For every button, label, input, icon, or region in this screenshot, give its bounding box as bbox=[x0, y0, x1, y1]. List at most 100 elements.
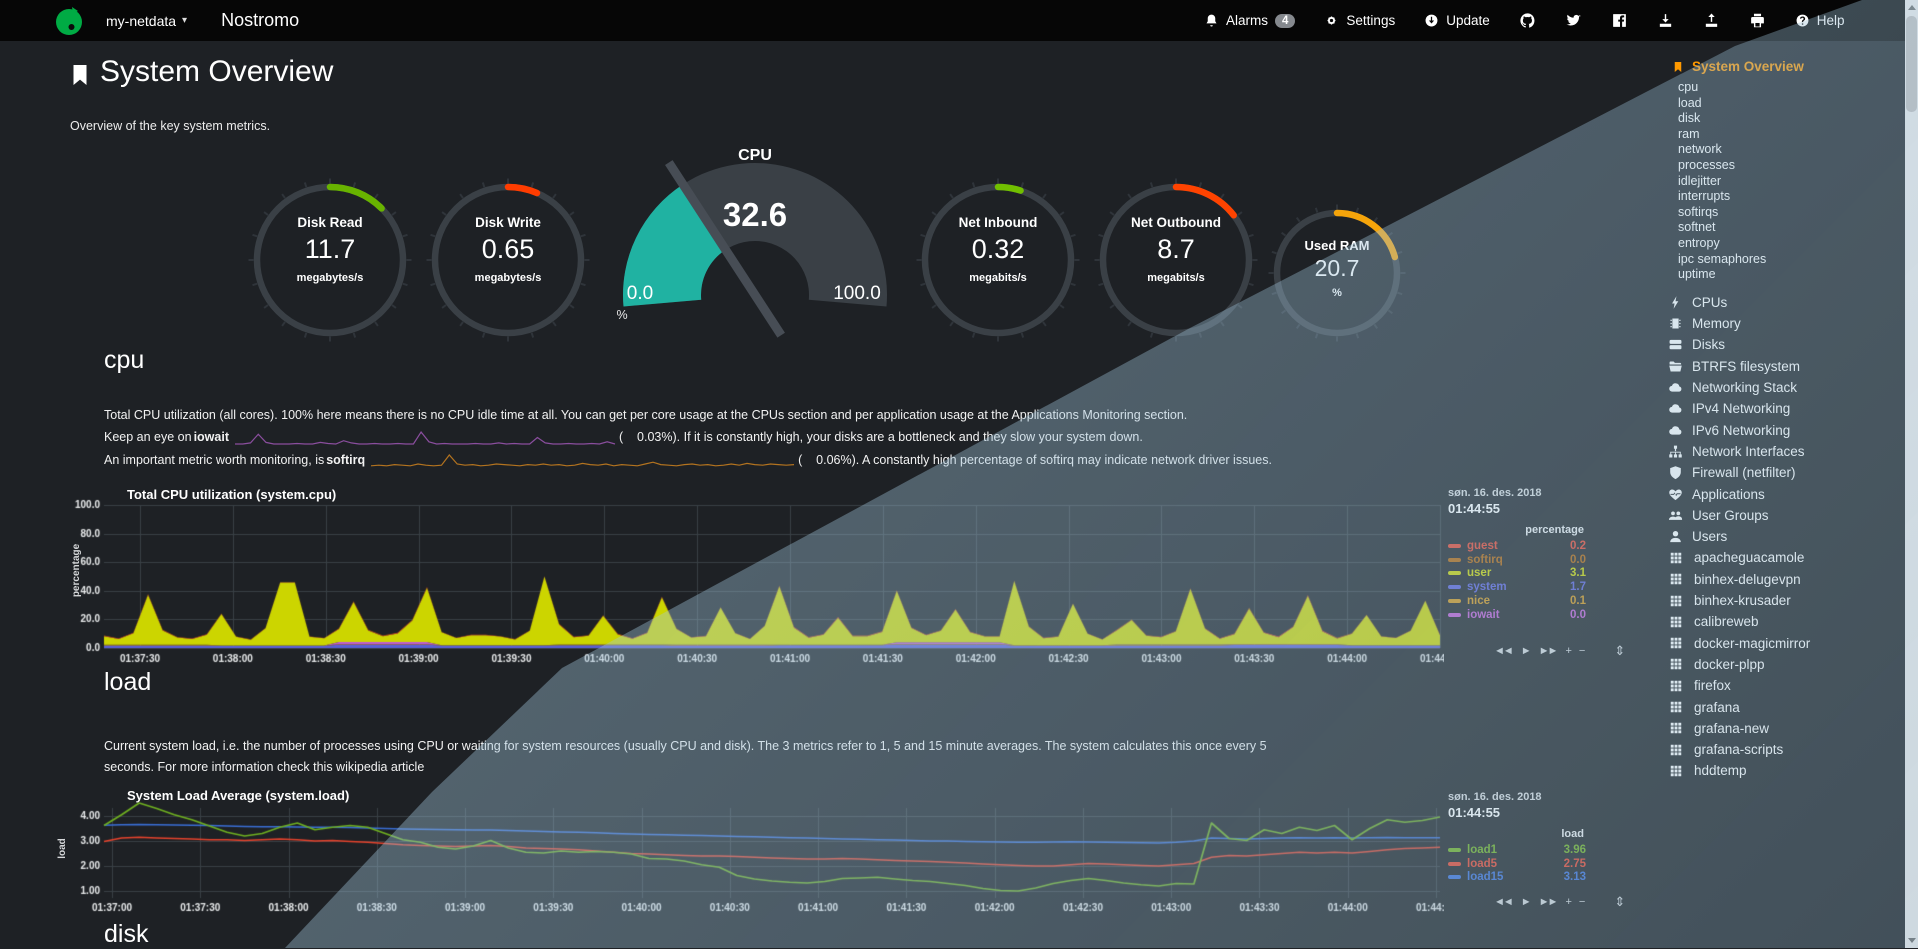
sidebar-item-softirqs[interactable]: softirqs bbox=[1662, 205, 1902, 221]
hostname-label: my-netdata bbox=[106, 13, 176, 29]
sidebar-section-label: IPv4 Networking bbox=[1692, 401, 1790, 416]
sidebar-section-label: Memory bbox=[1692, 316, 1741, 331]
sidebar-app-grafana[interactable]: grafana bbox=[1662, 696, 1902, 717]
sidebar-item-network[interactable]: network bbox=[1662, 142, 1902, 158]
sidebar-app-hddtemp[interactable]: hddtemp bbox=[1662, 760, 1902, 781]
sidebar-item-load[interactable]: load bbox=[1662, 96, 1902, 112]
play-button[interactable]: ► bbox=[1521, 896, 1530, 908]
legend-item-load15[interactable]: load153.13 bbox=[1448, 871, 1586, 885]
sidebar-section-ipv4-networking[interactable]: IPv4 Networking bbox=[1662, 398, 1902, 419]
sidebar-section-label: Applications bbox=[1692, 487, 1765, 502]
cpu-chart[interactable] bbox=[60, 484, 1444, 680]
cpu-gauge-value: 32.6 bbox=[605, 196, 905, 234]
sidebar-app-firefox[interactable]: firefox bbox=[1662, 675, 1902, 696]
zoom-in-button[interactable]: + bbox=[1565, 645, 1569, 657]
sidebar-section-btrfs-filesystem[interactable]: BTRFS filesystem bbox=[1662, 356, 1902, 377]
sidebar-section-label: Users bbox=[1692, 529, 1727, 544]
legend-swatch bbox=[1448, 599, 1461, 603]
cpu-gauge[interactable] bbox=[585, 150, 925, 360]
pan-backward-button[interactable]: ◄◄ bbox=[1494, 645, 1512, 657]
sidebar-app-grafana-new[interactable]: grafana-new bbox=[1662, 718, 1902, 739]
gauge-net-inbound[interactable]: Net Inbound0.32megabits/s bbox=[915, 177, 1081, 343]
sidebar-item-entropy[interactable]: entropy bbox=[1662, 236, 1902, 252]
sidebar-section-cpus[interactable]: CPUs bbox=[1662, 292, 1902, 313]
sidebar-item-softnet[interactable]: softnet bbox=[1662, 220, 1902, 236]
sidebar-item-uptime[interactable]: uptime bbox=[1662, 267, 1902, 283]
settings-button[interactable]: Settings bbox=[1324, 13, 1395, 28]
iowait-sparkline-chart[interactable] bbox=[234, 429, 616, 446]
scrollbar[interactable] bbox=[1905, 0, 1918, 948]
gauge-disk-write[interactable]: Disk Write0.65megabytes/s bbox=[425, 177, 591, 343]
gauge-unit: megabits/s bbox=[915, 272, 1081, 284]
softirq-text: An important metric worth monitoring, is bbox=[104, 450, 324, 471]
sidebar-sections: CPUs Memory DisksBTRFS filesystemNetworkin… bbox=[1662, 292, 1902, 548]
legend-swatch bbox=[1448, 571, 1461, 575]
sidebar-app-grafana-scripts[interactable]: grafana-scripts bbox=[1662, 739, 1902, 760]
hostname-dropdown[interactable]: my-netdata ▾ bbox=[106, 13, 187, 29]
sidebar-item-cpu[interactable]: cpu bbox=[1662, 80, 1902, 96]
zoom-out-button[interactable]: − bbox=[1579, 896, 1583, 908]
gauge-disk-read[interactable]: Disk Read11.7megabytes/s bbox=[247, 177, 413, 343]
sidebar-app-binhex-delugevpn[interactable]: binhex-delugevpn bbox=[1662, 569, 1902, 590]
pan-forward-button[interactable]: ►► bbox=[1539, 645, 1557, 657]
sidebar-app-apacheguacamole[interactable]: apacheguacamole bbox=[1662, 547, 1902, 568]
alarms-button[interactable]: Alarms 4 bbox=[1204, 13, 1295, 28]
zoom-in-button[interactable]: + bbox=[1565, 896, 1569, 908]
zoom-out-button[interactable]: − bbox=[1579, 645, 1583, 657]
sidebar-section-networking-stack[interactable]: Networking Stack bbox=[1662, 377, 1902, 398]
user-groups-icon bbox=[1668, 508, 1683, 523]
section-heading-cpu: cpu bbox=[104, 346, 144, 375]
sidebar-item-processes[interactable]: processes bbox=[1662, 158, 1902, 174]
sidebar-item-idlejitter[interactable]: idlejitter bbox=[1662, 174, 1902, 190]
gauge-used-ram[interactable]: Used RAM20.7% bbox=[1267, 203, 1407, 343]
legend-item-iowait[interactable]: iowait0.0 bbox=[1448, 608, 1586, 622]
sidebar-section-applications[interactable]: Applications bbox=[1662, 483, 1902, 504]
play-button[interactable]: ► bbox=[1521, 645, 1530, 657]
facebook-button[interactable] bbox=[1611, 12, 1628, 29]
legend-item-load5[interactable]: load52.75 bbox=[1448, 857, 1586, 871]
sidebar-section-users[interactable]: Users bbox=[1662, 526, 1902, 547]
sidebar-section-ipv6-networking[interactable]: IPv6 Networking bbox=[1662, 420, 1902, 441]
gauge-net-outbound[interactable]: Net Outbound8.7megabits/s bbox=[1093, 177, 1259, 343]
sidebar-section-user-groups[interactable]: User Groups bbox=[1662, 505, 1902, 526]
pan-backward-button[interactable]: ◄◄ bbox=[1494, 896, 1512, 908]
scrollbar-thumb[interactable] bbox=[1906, 16, 1917, 112]
load-chart[interactable] bbox=[60, 780, 1444, 930]
legend-item-softirq[interactable]: softirq0.0 bbox=[1448, 553, 1586, 567]
github-button[interactable] bbox=[1519, 12, 1536, 29]
legend-item-nice[interactable]: nice0.1 bbox=[1448, 594, 1586, 608]
sidebar-section-network-interfaces[interactable]: Network Interfaces bbox=[1662, 441, 1902, 462]
sidebar-app-docker-magicmirror[interactable]: docker-magicmirror bbox=[1662, 632, 1902, 653]
export-snapshot-button[interactable] bbox=[1703, 12, 1720, 29]
sidebar-section-firewall-netfilter-[interactable]: Firewall (netfilter) bbox=[1662, 462, 1902, 483]
legend-item-system[interactable]: system1.7 bbox=[1448, 580, 1586, 594]
twitter-button[interactable] bbox=[1565, 12, 1582, 29]
softirq-sparkline-chart[interactable] bbox=[370, 452, 795, 469]
sidebar-section-disks[interactable]: Disks bbox=[1662, 334, 1902, 355]
sidebar-item-ram[interactable]: ram bbox=[1662, 127, 1902, 143]
sidebar-item-system-overview[interactable]: System Overview bbox=[1662, 45, 1902, 80]
legend-item-load1[interactable]: load13.96 bbox=[1448, 843, 1586, 857]
grid-icon bbox=[1669, 551, 1683, 565]
sidebar-item-ipc-semaphores[interactable]: ipc semaphores bbox=[1662, 252, 1902, 268]
legend-value: 3.13 bbox=[1564, 871, 1586, 883]
netdata-logo-icon[interactable] bbox=[54, 6, 84, 36]
print-button[interactable] bbox=[1749, 12, 1766, 29]
legend-item-user[interactable]: user3.1 bbox=[1448, 567, 1586, 581]
scroll-up-icon[interactable] bbox=[1908, 5, 1916, 10]
pan-forward-button[interactable]: ►► bbox=[1539, 896, 1557, 908]
sidebar-section-memory[interactable]: Memory bbox=[1662, 313, 1902, 334]
import-snapshot-button[interactable] bbox=[1657, 12, 1674, 29]
sidebar-item-interrupts[interactable]: interrupts bbox=[1662, 189, 1902, 205]
sidebar-app-docker-plpp[interactable]: docker-plpp bbox=[1662, 654, 1902, 675]
chart-resize-handle[interactable]: ⇕ bbox=[1614, 894, 1625, 910]
help-button[interactable]: Help bbox=[1795, 13, 1845, 28]
chart-resize-handle[interactable]: ⇕ bbox=[1614, 643, 1625, 659]
scroll-down-icon[interactable] bbox=[1908, 938, 1916, 943]
update-button[interactable]: Update bbox=[1424, 13, 1490, 28]
sidebar-app-calibreweb[interactable]: calibreweb bbox=[1662, 611, 1902, 632]
sidebar-item-disk[interactable]: disk bbox=[1662, 111, 1902, 127]
sidebar-app-binhex-krusader[interactable]: binhex-krusader bbox=[1662, 590, 1902, 611]
legend-item-guest[interactable]: guest0.2 bbox=[1448, 539, 1586, 553]
sidebar-active-label: System Overview bbox=[1692, 59, 1804, 74]
